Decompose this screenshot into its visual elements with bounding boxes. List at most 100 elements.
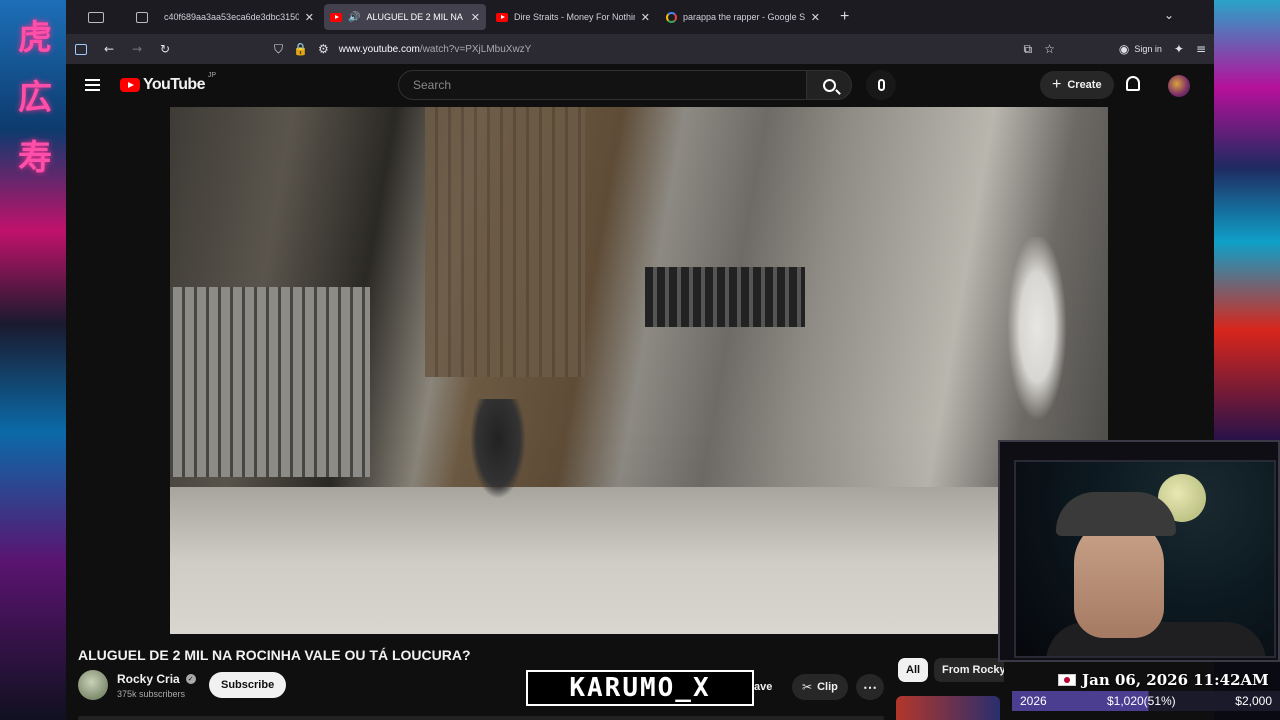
youtube-favicon-icon <box>496 12 508 22</box>
scissors-icon: ✂ <box>802 680 813 694</box>
tab-title: Dire Straits - Money For Nothin <box>514 12 635 22</box>
account-icon: ◉ <box>1118 42 1130 56</box>
extensions-icon[interactable]: ✦ <box>1174 42 1184 56</box>
video-frame-door <box>425 107 585 377</box>
search-placeholder: Search <box>413 78 452 92</box>
donation-goal-bar: 2026 $1,020(51%) $2,000 <box>1012 691 1280 711</box>
video-frame-window <box>645 267 805 327</box>
url-host: www.youtube.com <box>338 43 420 55</box>
more-icon: ⋯ <box>863 678 877 695</box>
permissions-icon[interactable]: ⚙ <box>318 42 329 56</box>
screen: 虎 広 寿 c40f689aa3aa53eca6de3dbc3150 ✕ 🔊 A… <box>0 0 1280 720</box>
forward-arrow-icon[interactable]: → <box>124 36 150 62</box>
back-arrow-icon[interactable]: ← <box>96 36 122 62</box>
bookmark-star-icon[interactable]: ☆ <box>1044 42 1055 56</box>
tracking-protection-shield-icon[interactable]: ⛉ <box>274 42 283 57</box>
subscriber-count: 375k subscribers <box>117 689 186 699</box>
close-tab-icon[interactable]: ✕ <box>305 11 314 24</box>
video-frame-dog <box>470 399 526 499</box>
subscribe-button[interactable]: Subscribe <box>209 672 287 698</box>
user-avatar[interactable] <box>1168 75 1190 97</box>
firefox-view-icon <box>136 11 148 23</box>
chip-all-label: All <box>906 664 921 676</box>
goal-year: 2026 <box>1020 694 1047 708</box>
microphone-icon <box>877 79 885 91</box>
browser-tab[interactable]: Dire Straits - Money For Nothin ✕ <box>490 4 656 30</box>
goal-target: $2,000 <box>1235 694 1272 708</box>
neon-backdrop-right <box>1214 0 1280 440</box>
tab-title: c40f689aa3aa53eca6de3dbc3150 <box>164 12 299 22</box>
google-favicon-icon <box>666 11 677 23</box>
video-frame-gate <box>170 287 370 477</box>
neon-sign-glyph: 寿 <box>18 138 52 178</box>
neon-sign-glyph: 広 <box>18 78 52 118</box>
browser-tab[interactable]: c40f689aa3aa53eca6de3dbc3150 ✕ <box>158 4 320 30</box>
tab-title: ALUGUEL DE 2 MIL NA RO <box>366 12 464 22</box>
japan-flag-icon <box>1058 674 1076 686</box>
streamer-watermark: KARUMO_X <box>526 670 754 706</box>
clip-button[interactable]: ✂ Clip <box>792 674 848 700</box>
channel-name: Rocky Cria <box>117 672 180 686</box>
youtube-logo-text: YouTube <box>143 76 205 93</box>
youtube-logo[interactable]: YouTube JP <box>120 72 216 94</box>
sign-in-button[interactable]: ◉ Sign in <box>1119 42 1162 56</box>
chip-from-channel[interactable]: From Rocky <box>934 658 1004 682</box>
picture-in-picture-icon[interactable]: ⧉ <box>1024 42 1033 57</box>
description-box-edge <box>78 716 884 720</box>
url-bar[interactable]: ⛉ 🔒 ⚙ www.youtube.com/watch?v=PXjLMbuXwz… <box>266 37 1006 61</box>
reload-icon[interactable]: ↻ <box>152 36 178 62</box>
video-frame-person <box>1002 237 1072 437</box>
search-input[interactable]: Search <box>398 70 806 100</box>
sidebar-icon[interactable] <box>68 36 94 62</box>
webcam-streamer-cap <box>1056 492 1176 536</box>
tab-title: parappa the rapper - Google Se <box>683 12 805 22</box>
browser-nav-bar: ← → ↻ ⛉ 🔒 ⚙ www.youtube.com/watch?v=PXjL… <box>66 34 1214 64</box>
webcam-streamer-face <box>1074 518 1164 638</box>
toolbar-right: ⧉ ☆ ◉ Sign in ✦ ≡ <box>1024 37 1206 61</box>
datetime-text: Jan 06, 2026 11:42AM <box>1082 671 1269 689</box>
neon-sign-glyph: 虎 <box>18 18 52 58</box>
notifications-bell-icon[interactable] <box>1126 76 1140 91</box>
youtube-play-icon <box>120 78 140 92</box>
firefox-view-button[interactable] <box>126 0 158 34</box>
new-tab-icon[interactable]: + <box>840 8 849 26</box>
list-tabs-chevron-icon[interactable]: ⌄ <box>1164 8 1174 22</box>
browser-tab-bar: c40f689aa3aa53eca6de3dbc3150 ✕ 🔊 ALUGUEL… <box>66 0 1214 34</box>
chip-from-label: From Rocky <box>942 664 1004 676</box>
video-frame-ground <box>170 487 1108 634</box>
stream-datetime: Jan 06, 2026 11:42AM <box>1058 668 1280 692</box>
sidebar-toggle-button[interactable] <box>66 0 126 34</box>
browser-tab[interactable]: parappa the rapper - Google Se ✕ <box>660 4 826 30</box>
video-player[interactable] <box>170 107 1108 634</box>
voice-search-button[interactable] <box>866 70 896 100</box>
create-button[interactable]: + Create <box>1040 71 1114 99</box>
close-tab-icon[interactable]: ✕ <box>811 11 820 24</box>
close-tab-icon[interactable]: ✕ <box>641 11 650 24</box>
save-label: ave <box>754 681 773 693</box>
menu-icon[interactable]: ≡ <box>1196 42 1206 56</box>
video-title: ALUGUEL DE 2 MIL NA ROCINHA VALE OU TÁ L… <box>78 647 471 663</box>
country-code: JP <box>207 72 217 79</box>
more-actions-button[interactable]: ⋯ <box>856 674 884 700</box>
browser-tab-active[interactable]: 🔊 ALUGUEL DE 2 MIL NA RO ✕ <box>324 4 486 30</box>
plus-icon: + <box>1052 76 1062 93</box>
youtube-header: YouTube JP Search + Create <box>66 64 1214 107</box>
url-text[interactable]: www.youtube.com/watch?v=PXjLMbuXwzY <box>339 44 532 55</box>
save-button[interactable]: ave <box>754 674 772 700</box>
channel-name-link[interactable]: Rocky Cria ✓ <box>117 672 196 686</box>
hamburger-menu-icon[interactable] <box>85 79 100 91</box>
youtube-favicon-icon <box>330 12 342 22</box>
url-path: /watch?v=PXjLMbuXwzY <box>419 43 532 55</box>
recommended-video-thumbnail[interactable] <box>896 696 1000 720</box>
speaker-icon[interactable]: 🔊 <box>348 12 360 23</box>
chip-all[interactable]: All <box>898 658 929 682</box>
goal-amount: $1,020(51%) <box>1106 694 1176 708</box>
close-tab-icon[interactable]: ✕ <box>471 11 480 24</box>
lock-icon[interactable]: 🔒 <box>293 42 308 56</box>
webcam-overlay <box>998 440 1280 662</box>
channel-avatar[interactable] <box>78 670 108 700</box>
sign-in-label: Sign in <box>1134 44 1162 54</box>
search-button[interactable] <box>806 70 852 100</box>
webcam-feed <box>1014 460 1276 658</box>
neon-backdrop-left: 虎 広 寿 <box>0 0 66 720</box>
